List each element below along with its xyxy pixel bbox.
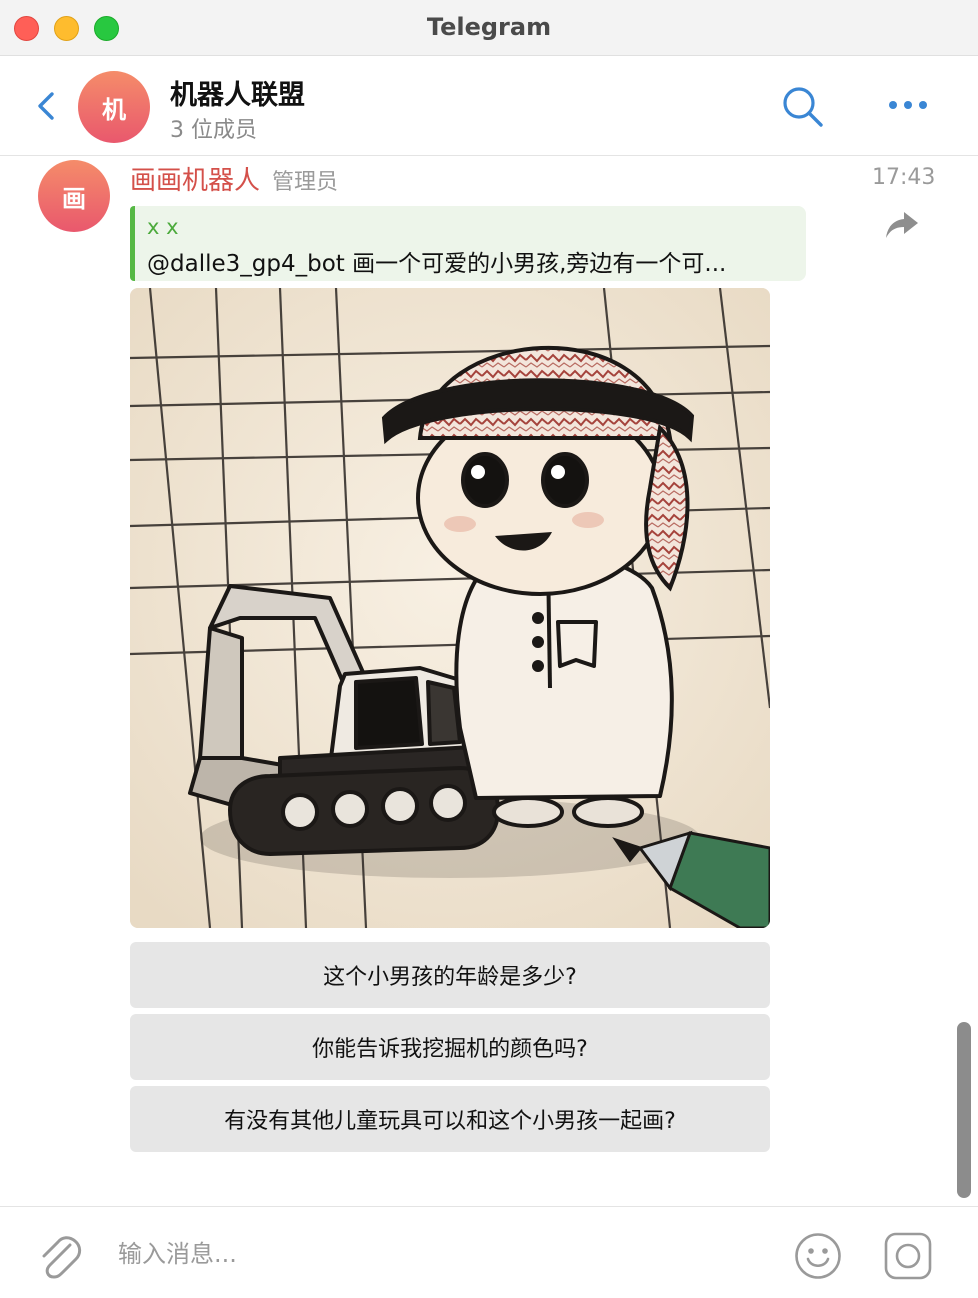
inline-button-other-toys[interactable]: 有没有其他儿童玩具可以和这个小男孩一起画? [130, 1086, 770, 1152]
more-options-button[interactable] [886, 92, 930, 118]
member-count: 3 位成员 [170, 118, 257, 143]
boy-excavator-illustration [130, 288, 770, 928]
back-button[interactable] [30, 86, 64, 126]
chat-title[interactable]: 机器人联盟 [170, 73, 305, 112]
paperclip-icon [42, 1236, 82, 1279]
scrollbar-thumb[interactable] [957, 1022, 971, 1198]
sender-role-badge: 管理员 [272, 170, 339, 195]
emoji-button[interactable] [794, 1232, 842, 1280]
window-title: Telegram [426, 13, 552, 41]
camera-icon [884, 1232, 932, 1280]
message-list[interactable]: 画 画画机器人 管理员 17:43 x x @dalle3_gp4_bot 画一… [0, 157, 978, 1205]
attach-button[interactable] [36, 1231, 82, 1281]
inline-button-age[interactable]: 这个小男孩的年龄是多少? [130, 942, 770, 1008]
reply-author: x x [147, 215, 179, 239]
message-input[interactable] [116, 1234, 756, 1274]
message-timestamp: 17:43 [872, 165, 936, 190]
telegram-window: Telegram 机 机器人联盟 3 位成员 画 画画机器人 管理员 17:43… [0, 0, 978, 1298]
forward-button[interactable] [884, 209, 920, 241]
reply-text: @dalle3_gp4_bot 画一个可爱的小男孩,旁边有一个可... [147, 251, 727, 277]
message-composer [0, 1206, 978, 1298]
sender-avatar[interactable]: 画 [38, 160, 110, 232]
chat-header: 机 机器人联盟 3 位成员 [0, 56, 978, 156]
forward-arrow-icon [886, 212, 918, 238]
group-avatar[interactable]: 机 [78, 71, 150, 143]
title-bar: Telegram [0, 0, 978, 56]
inline-button-excavator-color[interactable]: 你能告诉我挖掘机的颜色吗? [130, 1014, 770, 1080]
smiley-icon [795, 1233, 841, 1279]
sender-name[interactable]: 画画机器人 [130, 160, 260, 197]
chevron-left-icon [38, 92, 54, 120]
search-button[interactable] [780, 84, 826, 130]
camera-button[interactable] [884, 1232, 932, 1280]
more-dots-icon [889, 101, 927, 109]
search-icon [783, 87, 823, 127]
reply-quote[interactable]: x x @dalle3_gp4_bot 画一个可爱的小男孩,旁边有一个可... [130, 206, 806, 281]
message-photo[interactable] [130, 288, 770, 928]
